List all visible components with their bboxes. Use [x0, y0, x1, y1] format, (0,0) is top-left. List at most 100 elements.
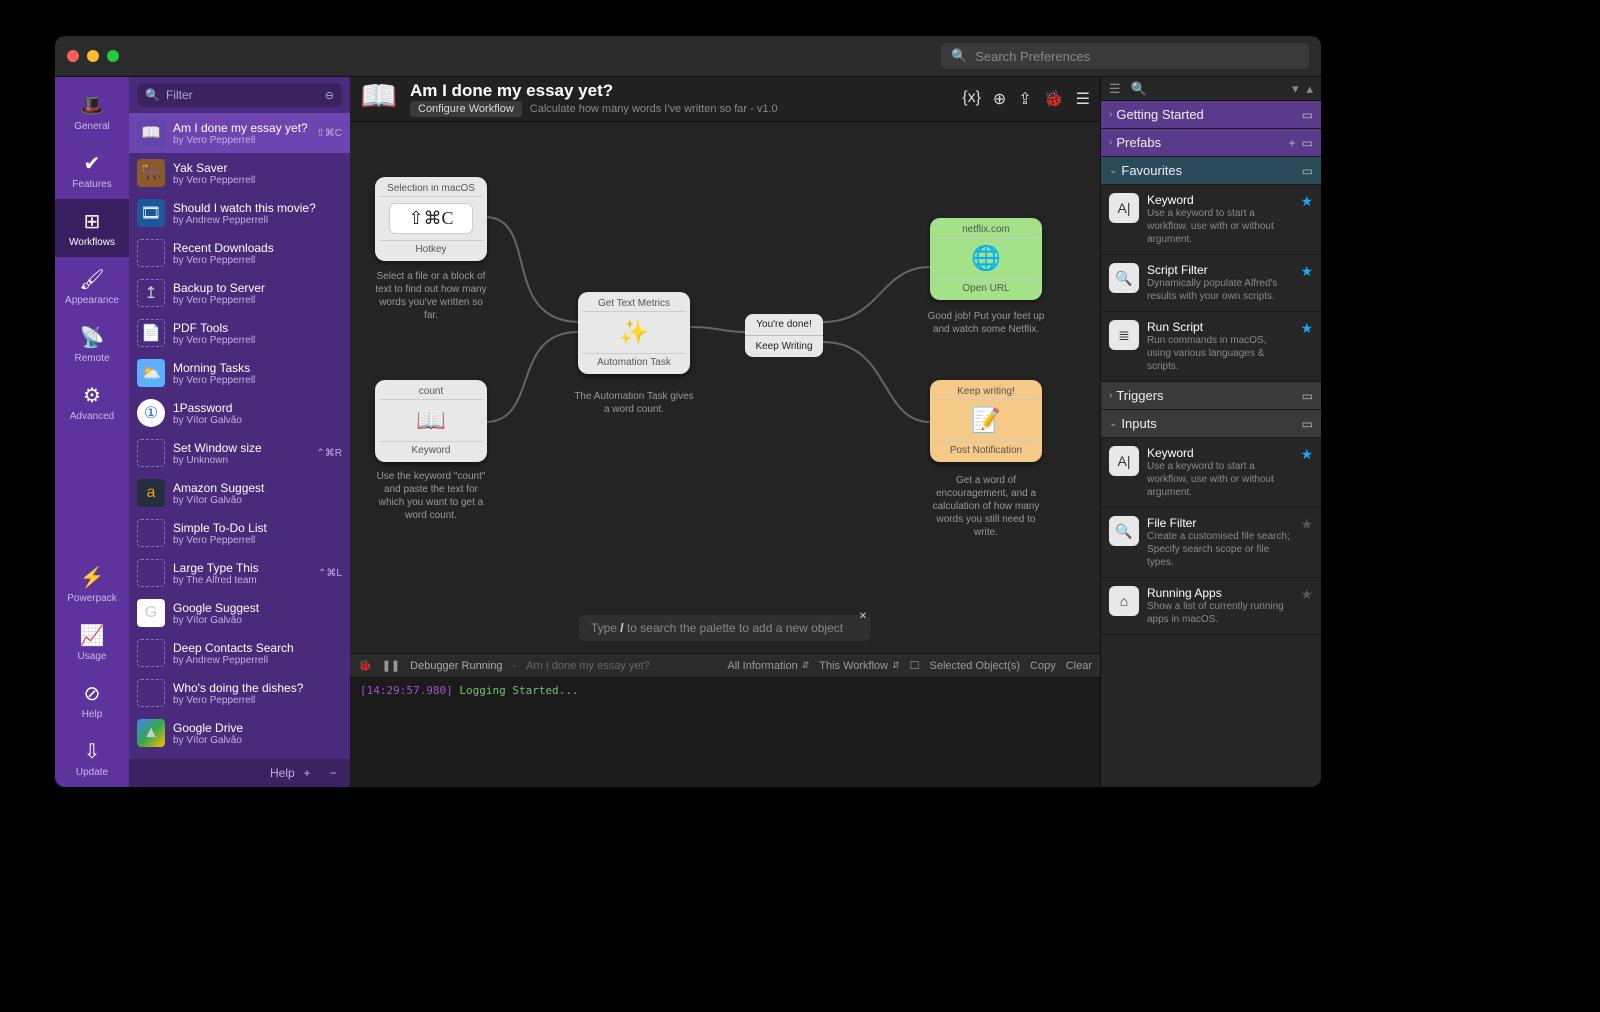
node-keyword[interactable]: count 📖 Keyword: [375, 380, 487, 462]
workflow-item-icon: 📖: [137, 119, 165, 147]
palette-item[interactable]: A| Keyword Use a keyword to start a work…: [1101, 185, 1321, 255]
nav-features[interactable]: ✔Features: [55, 141, 129, 199]
log-scope-select[interactable]: This Workflow: [819, 660, 899, 672]
help-button[interactable]: Help: [270, 766, 292, 780]
selected-checkbox[interactable]: ☐: [910, 659, 920, 672]
workflow-canvas[interactable]: Selection in macOS ⇧⌘C Hotkey Select a f…: [350, 122, 1100, 653]
nav-remote[interactable]: 📡Remote: [55, 315, 129, 373]
node-post-notification[interactable]: Keep writing! 📝 Post Notification: [930, 380, 1042, 462]
close-window-button[interactable]: [67, 50, 79, 62]
nav-help[interactable]: ⊘Help: [55, 671, 129, 729]
nav-appearance[interactable]: 🖌Appearance: [55, 257, 129, 315]
star-icon[interactable]: ★: [1300, 446, 1313, 499]
panel-icon[interactable]: ▭: [1302, 389, 1313, 403]
add-object-icon[interactable]: ⊕: [993, 89, 1006, 109]
workflow-item[interactable]: Who's doing the dishes? by Vero Pepperre…: [129, 673, 350, 713]
node-automation[interactable]: Get Text Metrics ✨ Automation Task: [578, 292, 690, 374]
workflow-item[interactable]: a Amazon Suggest by Vítor Galvão: [129, 473, 350, 513]
workflow-list-column: 🔍 Filter ⊖ 📖 Am I done my essay yet? by …: [129, 77, 350, 787]
section-getting-started[interactable]: ›Getting Started▭: [1101, 101, 1321, 129]
search-preferences-field[interactable]: 🔍 Search Preferences: [941, 43, 1309, 69]
workflow-item-author: by Andrew Pepperrell: [173, 655, 342, 666]
palette-item[interactable]: A| Keyword Use a keyword to start a work…: [1101, 438, 1321, 508]
share-icon[interactable]: ⇪: [1018, 89, 1031, 109]
debug-icon[interactable]: 🐞: [1044, 89, 1064, 109]
palette-item[interactable]: 🔍 Script Filter Dynamically populate Alf…: [1101, 255, 1321, 312]
workflow-item-icon: ↥: [137, 279, 165, 307]
copy-log-button[interactable]: Copy: [1030, 660, 1056, 672]
zoom-window-button[interactable]: [107, 50, 119, 62]
filter-field[interactable]: 🔍 Filter ⊖: [137, 83, 342, 107]
bug-icon[interactable]: 🐞: [358, 659, 372, 672]
workflow-item[interactable]: ⛅ Morning Tasks by Vero Pepperrell: [129, 353, 350, 393]
plus-icon[interactable]: +: [1289, 136, 1296, 150]
filter-placeholder: Filter: [166, 88, 193, 102]
workflow-item[interactable]: Simple To-Do List by Vero Pepperrell: [129, 513, 350, 553]
node-conditional[interactable]: You're done! Keep Writing: [745, 314, 823, 357]
clear-log-button[interactable]: Clear: [1066, 660, 1092, 672]
palette-item-desc: Use a keyword to start a workflow, use w…: [1147, 460, 1292, 499]
nav-general[interactable]: 🎩General: [55, 83, 129, 141]
section-favourites[interactable]: ⌄Favourites▭: [1101, 157, 1321, 185]
workflow-item[interactable]: 🐂 Yak Saver by Vero Pepperrell: [129, 153, 350, 193]
nav-advanced[interactable]: ⚙Advanced: [55, 373, 129, 431]
variables-icon[interactable]: {x}: [962, 89, 981, 109]
star-icon[interactable]: ★: [1300, 516, 1313, 569]
menu-icon[interactable]: ☰: [1076, 89, 1090, 109]
workflow-item-name: Should I watch this movie?: [173, 201, 342, 215]
sparkle-icon: ✨: [582, 318, 686, 347]
star-icon[interactable]: ★: [1300, 193, 1313, 246]
nav-powerpack[interactable]: ⚡Powerpack: [55, 555, 129, 613]
workflow-list[interactable]: 📖 Am I done my essay yet? by Vero Pepper…: [129, 113, 350, 759]
palette-prompt[interactable]: Type / to search the palette to add a ne…: [579, 615, 871, 641]
section-prefabs[interactable]: ›Prefabs+▭: [1101, 129, 1321, 157]
section-inputs[interactable]: ⌄Inputs▭: [1101, 410, 1321, 438]
close-icon[interactable]: ✕: [859, 611, 867, 622]
workflow-item[interactable]: Recent Downloads by Vero Pepperrell: [129, 233, 350, 273]
remove-workflow-button[interactable]: −: [322, 766, 344, 780]
add-workflow-button[interactable]: +: [296, 766, 318, 780]
palette-item[interactable]: ⌂ Running Apps Show a list of currently …: [1101, 578, 1321, 635]
nav-update[interactable]: ⇩Update: [55, 729, 129, 787]
workflow-item[interactable]: ① 1Password by Vítor Galvão: [129, 393, 350, 433]
section-triggers[interactable]: ›Triggers▭: [1101, 382, 1321, 410]
palette-item[interactable]: ≣ Run Script Run commands in macOS, usin…: [1101, 312, 1321, 382]
collapse-all-icon[interactable]: ▾: [1292, 81, 1299, 97]
panel-icon[interactable]: ▭: [1302, 108, 1313, 122]
node-open-url[interactable]: netflix.com 🌐 Open URL: [930, 218, 1042, 300]
star-icon[interactable]: ★: [1300, 320, 1313, 373]
workflow-item-icon: G: [137, 599, 165, 627]
panel-icon[interactable]: ▭: [1302, 136, 1313, 150]
configure-workflow-button[interactable]: Configure Workflow: [410, 101, 522, 117]
expand-all-icon[interactable]: ▴: [1306, 81, 1313, 97]
workflow-item[interactable]: Large Type This by The Alfred team ⌃⌘L: [129, 553, 350, 593]
list-icon[interactable]: ☰: [1109, 81, 1121, 97]
workflow-item[interactable]: ↥ Backup to Server by Vero Pepperrell: [129, 273, 350, 313]
workflow-item[interactable]: 🎞 Should I watch this movie? by Andrew P…: [129, 193, 350, 233]
minimize-window-button[interactable]: [87, 50, 99, 62]
star-icon[interactable]: ★: [1300, 263, 1313, 303]
filter-options-icon[interactable]: ⊖: [325, 89, 334, 102]
nav-workflows[interactable]: ⊞Workflows: [55, 199, 129, 257]
workflow-title: Am I done my essay yet?: [410, 81, 952, 101]
nav-usage[interactable]: 📈Usage: [55, 613, 129, 671]
workflow-item[interactable]: 📄 PDF Tools by Vero Pepperrell: [129, 313, 350, 353]
node-hotkey[interactable]: Selection in macOS ⇧⌘C Hotkey: [375, 177, 487, 261]
star-icon[interactable]: ★: [1300, 586, 1313, 626]
workflow-item[interactable]: ▲ Google Drive by Vítor Galvão: [129, 713, 350, 753]
panel-icon[interactable]: ▭: [1302, 164, 1313, 178]
palette-item[interactable]: 🔍 File Filter Create a customised file s…: [1101, 508, 1321, 578]
debugger-log[interactable]: [14:29:57.980] Logging Started...: [350, 677, 1100, 787]
workflow-item[interactable]: Set Window size by Unknown ⌃⌘R: [129, 433, 350, 473]
search-icon[interactable]: 🔍: [1131, 81, 1147, 97]
workflow-item[interactable]: Deep Contacts Search by Andrew Pepperrel…: [129, 633, 350, 673]
pause-icon[interactable]: ❚❚: [382, 659, 400, 672]
workflow-item-name: Amazon Suggest: [173, 481, 342, 495]
workflow-item[interactable]: 📖 Am I done my essay yet? by Vero Pepper…: [129, 113, 350, 153]
workflow-item-name: Am I done my essay yet?: [173, 121, 308, 135]
workflow-item-author: by Vítor Galvão: [173, 495, 342, 506]
panel-icon[interactable]: ▭: [1302, 417, 1313, 431]
workflow-item[interactable]: G Google Suggest by Vítor Galvão: [129, 593, 350, 633]
log-level-select[interactable]: All Information: [727, 660, 809, 672]
object-palette: ☰ 🔍 ▾ ▴ ›Getting Started▭ ›Prefabs+▭ ⌄Fa…: [1100, 77, 1321, 787]
